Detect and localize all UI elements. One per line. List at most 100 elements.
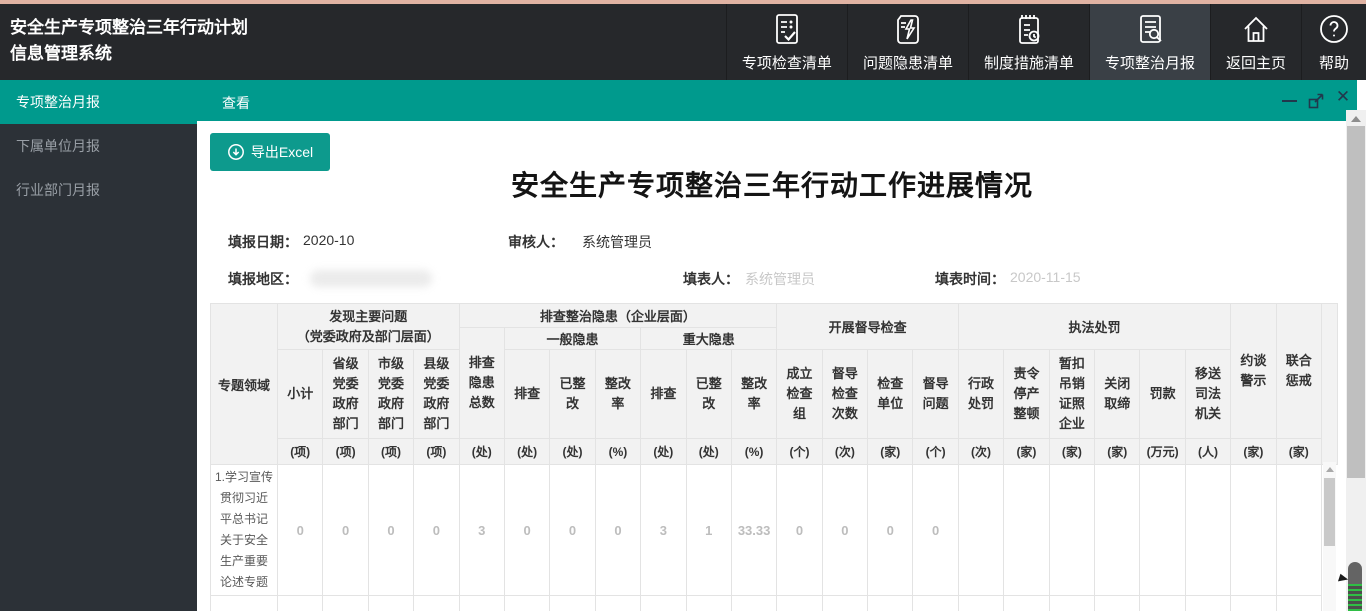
nav-item-help[interactable]: 帮助	[1301, 4, 1366, 80]
table-vertical-scrollbar[interactable]	[1323, 462, 1336, 611]
sidebar-item-subordinate-report[interactable]: 下属单位月报	[0, 124, 197, 168]
value-cell	[504, 596, 549, 611]
nav-item-home[interactable]: 返回主页	[1210, 4, 1301, 80]
value-cell	[1185, 465, 1230, 596]
group-problems-line2: （党委政府及部门层面）	[280, 327, 457, 347]
topic-cell: 2.落实企业	[211, 596, 278, 611]
header-group-row: 专题领域 发现主要问题 （党委政府及部门层面） 排查整治隐患（企业层面） 开展督…	[211, 304, 1338, 328]
app-title-line1: 安全生产专项整治三年行动计划	[10, 15, 248, 41]
unit-cell: (处)	[504, 439, 549, 465]
column-header: 督导问题	[913, 350, 958, 439]
maximize-button[interactable]	[1307, 92, 1325, 110]
group-problems-line1: 发现主要问题	[280, 307, 457, 327]
unit-cell: (个)	[777, 439, 822, 465]
value-cell: 0	[323, 465, 368, 596]
unit-cell: (万元)	[1140, 439, 1185, 465]
column-header: 移送司法机关	[1185, 350, 1230, 439]
page-vertical-scrollbar[interactable]	[1346, 110, 1366, 611]
unit-cell: (家)	[1004, 439, 1049, 465]
value-cell	[913, 596, 958, 611]
unit-cell: (次)	[958, 439, 1003, 465]
filler-value: 系统管理员	[745, 269, 815, 289]
group-supervision: 开展督导检查	[777, 304, 959, 350]
minimize-button[interactable]	[1281, 90, 1299, 108]
value-cell	[323, 596, 368, 611]
fill-time-label: 填表时间：	[935, 269, 1005, 289]
unit-cell: (家)	[1049, 439, 1094, 465]
value-cell	[1185, 596, 1230, 611]
tab-view[interactable]: 查看	[222, 93, 250, 113]
table-scrollbar-thumb[interactable]	[1324, 478, 1335, 546]
value-cell	[1095, 596, 1140, 611]
value-cell: 0	[822, 465, 867, 596]
value-cell: 0	[504, 465, 549, 596]
region-value-redacted	[310, 270, 432, 287]
scroll-up-arrow-icon[interactable]	[1326, 467, 1334, 472]
scrollbar-drag-handle[interactable]	[1348, 562, 1362, 611]
column-header: 市级党委政府部门	[368, 350, 413, 439]
reviewer-value: 系统管理员	[582, 232, 652, 252]
home-icon	[1239, 12, 1273, 46]
sidebar-item-monthly-report[interactable]: 专项整治月报	[0, 80, 197, 124]
value-cell: 3	[641, 465, 686, 596]
value-cell: 0	[368, 465, 413, 596]
page-scrollbar-thumb[interactable]	[1347, 126, 1365, 478]
download-icon	[227, 143, 245, 161]
nav-item-inspection-list[interactable]: 专项检查清单	[726, 4, 847, 80]
value-cell: 0	[278, 465, 323, 596]
scroll-up-arrow-icon[interactable]	[1351, 116, 1361, 122]
report-date-label: 填报日期：	[228, 232, 298, 252]
value-cell: 0	[550, 465, 595, 596]
unit-cell: (项)	[278, 439, 323, 465]
unit-cell: (次)	[822, 439, 867, 465]
column-header: 成立检查组	[777, 350, 822, 439]
minimize-icon	[1282, 100, 1297, 102]
unit-cell: (项)	[368, 439, 413, 465]
column-header: 已整改	[550, 350, 595, 439]
topic-cell: 1.学习宣传贯彻习近平总书记关于安全生产重要论述专题	[211, 465, 278, 596]
nav-item-measures-list[interactable]: 制度措施清单	[968, 4, 1089, 80]
value-cell	[1140, 465, 1185, 596]
column-header: 检查单位	[868, 350, 913, 439]
help-icon	[1317, 12, 1351, 46]
column-header: 排查	[641, 350, 686, 439]
fill-time-value: 2020-11-15	[1010, 269, 1081, 285]
value-cell	[686, 596, 731, 611]
group-hazards: 排查整治隐患（企业层面）	[459, 304, 777, 328]
value-cell	[958, 596, 1003, 611]
reviewer-label: 审核人：	[508, 232, 564, 252]
nav-item-label: 帮助	[1319, 52, 1349, 73]
column-header: 暂扣吊销证照企业	[1049, 350, 1094, 439]
value-cell	[1276, 596, 1321, 611]
value-cell	[1049, 465, 1094, 596]
column-header: 已整改	[686, 350, 731, 439]
unit-cell: (项)	[414, 439, 459, 465]
drag-handle-stripes	[1348, 584, 1362, 611]
value-cell: 0	[868, 465, 913, 596]
value-cell	[641, 596, 686, 611]
nav-item-monthly-report[interactable]: 专项整治月报	[1089, 4, 1210, 80]
nav-item-hazard-list[interactable]: 问题隐患清单	[847, 4, 968, 80]
report-table-wrap: 专题领域 发现主要问题 （党委政府及部门层面） 排查整治隐患（企业层面） 开展督…	[210, 303, 1340, 611]
group-enforcement: 执法处罚	[958, 304, 1230, 350]
unit-cell: (人)	[1185, 439, 1230, 465]
value-cell	[550, 596, 595, 611]
unit-cell: (家)	[868, 439, 913, 465]
column-header: 行政处罚	[958, 350, 1003, 439]
subgroup-general-hazard: 一般隐患	[504, 328, 640, 350]
report-title: 安全生产专项整治三年行动工作进展情况	[197, 164, 1347, 204]
unit-cell: (%)	[731, 439, 776, 465]
inspection-list-icon	[770, 12, 804, 46]
sidebar-item-industry-report[interactable]: 行业部门月报	[0, 168, 197, 212]
unit-cell: (处)	[459, 439, 504, 465]
column-header: 县级党委政府部门	[414, 350, 459, 439]
value-cell	[958, 465, 1003, 596]
close-button[interactable]: ✕	[1334, 88, 1352, 106]
app-title-line2: 信息管理系统	[10, 41, 248, 67]
value-cell: 1	[686, 465, 731, 596]
unit-cell: (家)	[1276, 439, 1321, 465]
column-header: 整改率	[595, 350, 640, 439]
filler-label: 填表人：	[683, 269, 739, 289]
report-date-value: 2020-10	[303, 232, 354, 248]
app-header: 安全生产专项整治三年行动计划 信息管理系统 专项检查清单	[0, 4, 1366, 80]
